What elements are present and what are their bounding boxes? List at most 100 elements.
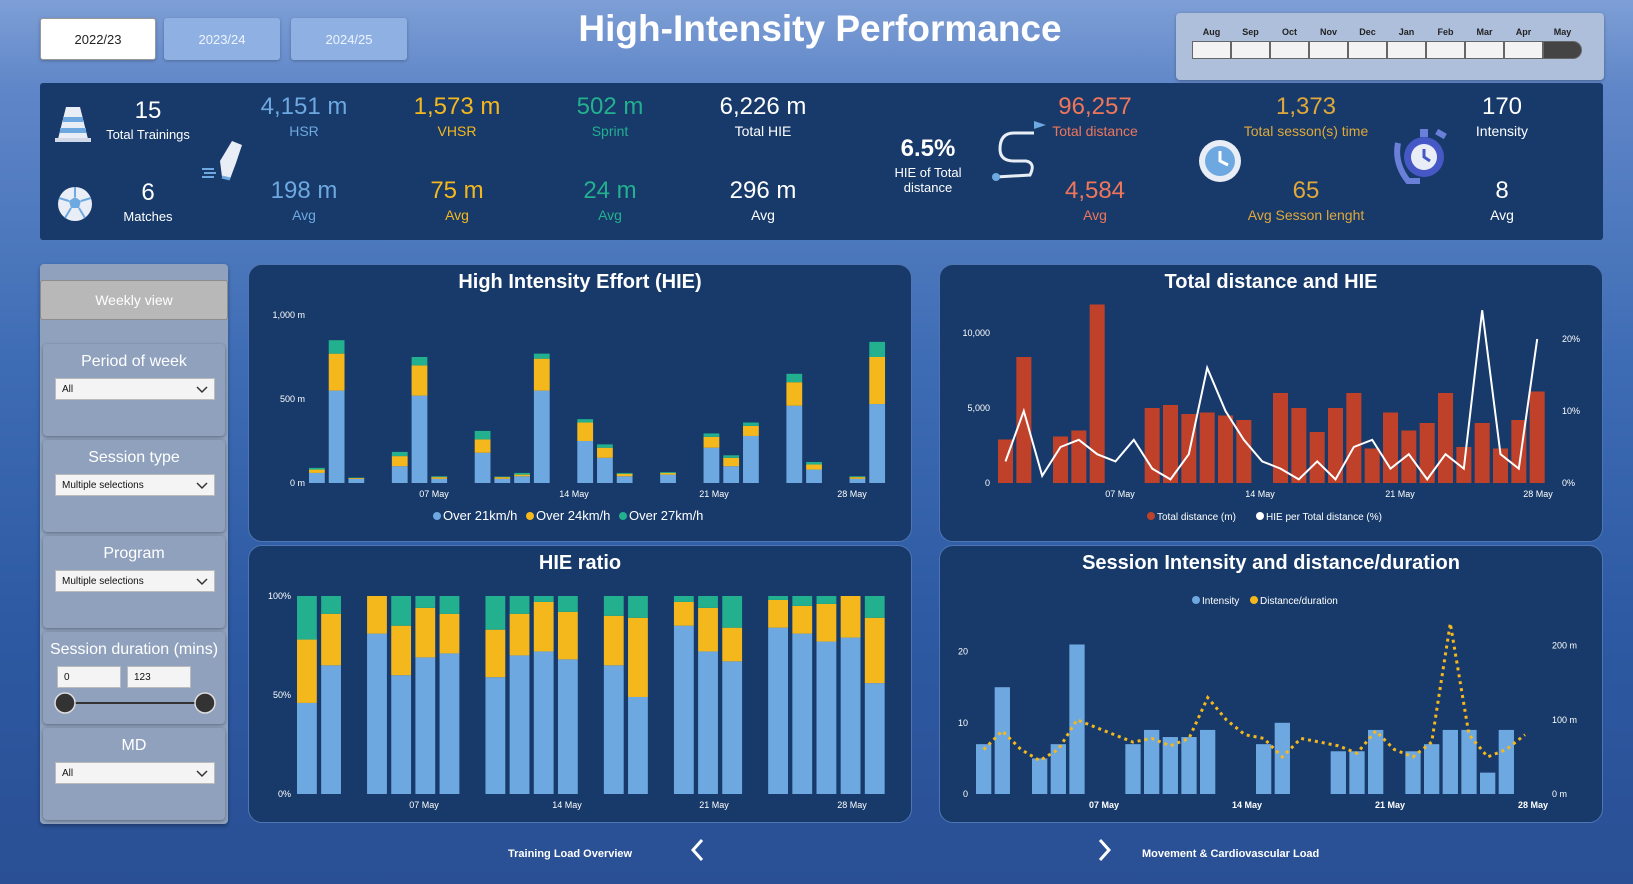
legend-label: HIE per Total distance (%): [1266, 512, 1382, 523]
kpi-vhsr: 1,573 m VHSR: [407, 93, 507, 139]
kpi-vhsr-avg: 75 m Avg: [407, 177, 507, 223]
kpi-distance-label: Total distance: [1052, 123, 1138, 139]
bar-ratio: [321, 613, 341, 666]
x-tick-label: 21 May: [699, 489, 729, 499]
bar-intensity: [994, 687, 1010, 794]
season-tab-2023-24[interactable]: 2023/24: [164, 18, 280, 60]
month-label: Nov: [1319, 27, 1337, 37]
bar-ratio: [509, 655, 530, 794]
legend-marker: [1192, 596, 1200, 604]
duration-max-input[interactable]: 123: [127, 666, 191, 688]
bar-ratio: [603, 615, 624, 666]
y-tick-label: 50%: [273, 690, 291, 700]
month-cell-may[interactable]: [1543, 41, 1582, 59]
chevron-right-icon[interactable]: [1096, 838, 1112, 862]
bar-over-21km-h: [577, 441, 594, 483]
bar-ratio: [840, 637, 861, 794]
bar-ratio: [439, 613, 460, 654]
prev-page-link[interactable]: Training Load Overview: [508, 848, 632, 860]
bar-ratio: [321, 665, 341, 794]
hie-ratio-chart: 0% 50% 100% 07 May 14 May 21 May 28 May: [268, 591, 885, 810]
y-right-tick: 0%: [1562, 478, 1575, 488]
bar-total-distance: [1346, 393, 1362, 483]
chevron-down-icon: [196, 386, 208, 394]
month-slicer[interactable]: Aug Sep Oct Nov Dec Jan Feb Mar Apr May: [1176, 13, 1604, 80]
bar-ratio: [557, 596, 578, 612]
filter-program-title: Program: [103, 545, 165, 562]
bar-over-24km-h: [849, 477, 866, 479]
month-label: Sep: [1242, 27, 1259, 37]
page-title: High-Intensity Performance: [578, 8, 1062, 49]
bar-over-21km-h: [328, 390, 345, 483]
season-tab-2024-25[interactable]: 2024/25: [291, 18, 407, 60]
bar-over-24km-h: [309, 469, 325, 473]
month-cell-jan[interactable]: [1387, 41, 1426, 59]
kpi-hsr-label: HSR: [289, 123, 319, 139]
bar-ratio: [864, 617, 885, 684]
kpi-session-time-avg: 65 Avg Sesson lenght: [1236, 177, 1376, 223]
period-of-week-dropdown[interactable]: All: [55, 378, 215, 400]
month-cell-feb[interactable]: [1426, 41, 1465, 59]
bar-over-21km-h: [309, 472, 325, 483]
bar-over-24km-h: [328, 353, 345, 391]
month-cell-aug[interactable]: [1192, 41, 1231, 59]
bar-intensity: [1424, 744, 1440, 794]
filter-period-of-week-title: Period of week: [81, 353, 187, 370]
bar-over-27km-h: [309, 467, 325, 470]
bar-over-21km-h: [474, 452, 491, 483]
bar-ratio: [673, 601, 694, 626]
chevron-left-icon[interactable]: [690, 838, 706, 862]
kpi-intensity-label: Intensity: [1475, 123, 1529, 139]
program-dropdown[interactable]: Multiple selections: [55, 570, 215, 592]
bar-ratio: [628, 596, 648, 618]
session-type-value: Multiple selections: [62, 479, 144, 491]
kpi-vhsr-avg-value: 75 m: [430, 177, 484, 204]
bar-ratio: [509, 613, 530, 656]
weekly-view-button[interactable]: Weekly view: [40, 280, 228, 320]
bar-over-21km-h: [869, 404, 886, 483]
month-cell-apr[interactable]: [1504, 41, 1543, 59]
month-cell-dec[interactable]: [1348, 41, 1387, 59]
filter-md-title: MD: [121, 737, 147, 754]
bar-ratio: [415, 607, 436, 658]
x-tick-label: 07 May: [1089, 800, 1119, 810]
y-left-tick: 5,000: [967, 403, 990, 413]
bar-ratio: [321, 596, 341, 614]
kpi-hie-pct: 6.5% HIE of Total distance: [878, 135, 978, 195]
month-cell-sep[interactable]: [1231, 41, 1270, 59]
md-dropdown[interactable]: All: [55, 762, 215, 784]
duration-min-input[interactable]: 0: [57, 666, 121, 688]
kpi-sprint-avg: 24 m Avg: [560, 177, 660, 223]
kpi-hsr-avg-label: Avg: [292, 207, 316, 223]
bar-intensity: [976, 744, 992, 794]
season-tab-2022-23[interactable]: 2022/23: [40, 18, 156, 60]
bar-over-21km-h: [411, 395, 428, 483]
legend-marker: [433, 512, 441, 520]
kpi-session-time-label: Total sesson(s) time: [1243, 123, 1369, 139]
session-type-dropdown[interactable]: Multiple selections: [55, 474, 215, 496]
bar-over-24km-h: [494, 477, 511, 479]
stopwatch-runner-icon: [1394, 128, 1447, 184]
bar-over-24km-h: [743, 425, 759, 436]
bar-ratio: [557, 611, 578, 660]
bar-ratio: [698, 607, 718, 652]
x-tick-label: 14 May: [1245, 489, 1275, 499]
duration-range-slider[interactable]: [53, 690, 217, 716]
bar-ratio: [533, 651, 554, 794]
month-cell-mar[interactable]: [1465, 41, 1504, 59]
kpi-sprint-avg-label: Avg: [598, 207, 622, 223]
bar-total-distance: [1053, 436, 1069, 483]
bar-over-21km-h: [431, 478, 448, 483]
bar-over-24km-h: [786, 382, 803, 406]
next-page-link[interactable]: Movement & Cardiovascular Load: [1142, 848, 1319, 860]
bar-over-27km-h: [616, 472, 633, 474]
bar-total-distance: [1401, 430, 1417, 483]
month-cell-nov[interactable]: [1309, 41, 1348, 59]
bar-ratio: [367, 633, 387, 794]
kpi-sprint-label: Sprint: [591, 123, 629, 139]
month-cell-oct[interactable]: [1270, 41, 1309, 59]
bar-intensity: [1050, 744, 1066, 794]
y-tick-label: 500 m: [280, 394, 305, 404]
chevron-down-icon: [196, 482, 208, 490]
bar-ratio: [391, 675, 412, 794]
